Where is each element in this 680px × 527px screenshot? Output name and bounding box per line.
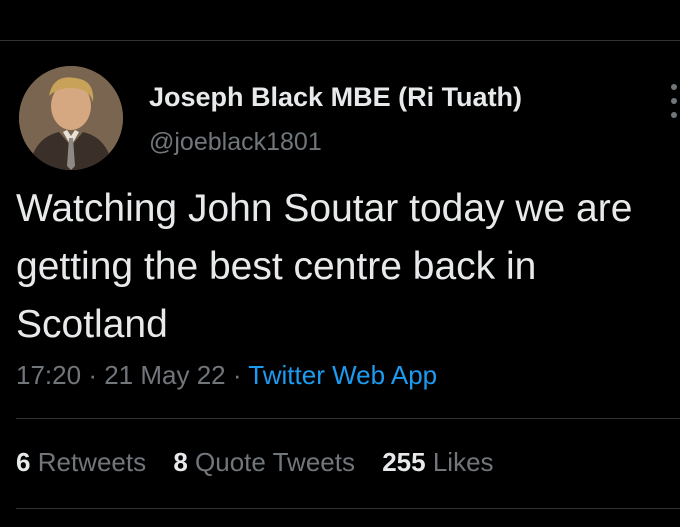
more-dot	[671, 84, 677, 90]
profile-photo-icon	[19, 66, 123, 170]
more-options-icon[interactable]	[668, 84, 680, 118]
tweet-source-link[interactable]: Twitter Web App	[248, 360, 437, 390]
quote-tweets-count: 8	[173, 447, 188, 477]
author-name[interactable]: Joseph Black MBE (Ri Tuath)	[149, 82, 522, 113]
meta-separator: ·	[88, 360, 97, 390]
stats-divider-bottom	[16, 508, 680, 509]
avatar[interactable]	[19, 66, 123, 170]
stats-divider-top	[16, 418, 680, 419]
tweet-date[interactable]: 21 May 22	[104, 360, 225, 390]
more-dot	[671, 98, 677, 104]
meta-separator: ·	[232, 360, 242, 390]
engagement-stats: 6 Retweets 8 Quote Tweets 255 Likes	[16, 447, 514, 478]
more-dot	[671, 112, 677, 118]
top-divider	[0, 40, 680, 41]
tweet-text: Watching John Soutar today we are gettin…	[16, 187, 633, 346]
quote-tweets-label: Quote Tweets	[195, 447, 355, 477]
tweet-time[interactable]: 17:20	[16, 360, 81, 390]
retweets-stat[interactable]: 6 Retweets	[16, 447, 146, 477]
retweets-label: Retweets	[37, 447, 147, 477]
likes-stat[interactable]: 255 Likes	[382, 447, 493, 477]
tweet-meta: 17:20 · 21 May 22 · Twitter Web App	[16, 360, 437, 391]
author-handle[interactable]: @joeblack1801	[149, 128, 322, 157]
likes-label: Likes	[432, 447, 494, 477]
likes-count: 255	[382, 447, 426, 477]
quote-tweets-stat[interactable]: 8 Quote Tweets	[173, 447, 355, 477]
retweets-count: 6	[16, 447, 31, 477]
